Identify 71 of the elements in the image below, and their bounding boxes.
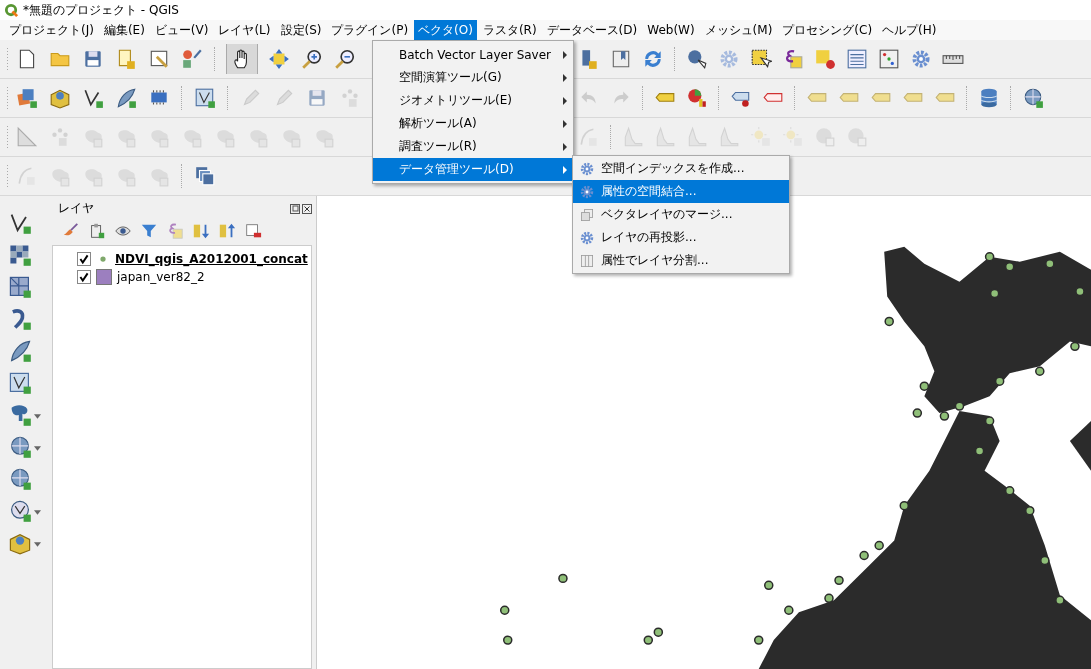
copies-icon [579, 206, 595, 223]
menu-item[interactable]: ビュー(V) [150, 19, 213, 41]
menu-item-label: レイヤの再投影... [601, 229, 697, 246]
menu-item[interactable]: ジオメトリツール(E) [373, 89, 573, 112]
menu-item[interactable]: ラスタ(R) [478, 19, 541, 41]
menu-item[interactable]: 設定(S) [276, 19, 326, 41]
arrows-icon[interactable] [268, 48, 290, 70]
deselect-icon[interactable] [814, 48, 836, 70]
menu-item[interactable]: レイヤ(L) [214, 19, 275, 41]
panel-title: レイヤ [58, 200, 94, 217]
book-icon[interactable] [610, 48, 632, 70]
globe-icon[interactable] [1022, 87, 1044, 109]
submenu-arrow-icon [563, 96, 567, 105]
database-icon[interactable] [978, 87, 1000, 109]
submenu-arrow-icon [563, 73, 567, 82]
copies-icon[interactable] [194, 165, 216, 187]
menu-item[interactable]: ヘルプ(H) [878, 19, 941, 41]
menu-item[interactable]: 属性の空間結合... [573, 180, 789, 203]
menu-item[interactable]: プロジェクト(J) [5, 19, 98, 41]
menu-item-label: 属性の空間結合... [601, 183, 697, 200]
dots-icon[interactable] [49, 126, 71, 148]
float-icon[interactable] [290, 203, 300, 214]
menu-item[interactable]: データベース(D) [542, 19, 642, 41]
split-icon [579, 252, 595, 269]
window-title: *無題のプロジェクト - QGIS [23, 1, 179, 19]
menu-item-label: 空間インデックスを作成... [601, 160, 745, 177]
menu-item[interactable]: 解析ツール(A) [373, 112, 573, 135]
layer-name[interactable]: NDVI_qgis_A2012001_concat [115, 252, 308, 266]
menu-item[interactable]: レイヤの再投影... [573, 226, 789, 249]
grid-icon[interactable] [8, 275, 32, 299]
dots-icon[interactable] [339, 87, 361, 109]
menu-item[interactable]: 編集(E) [99, 19, 149, 41]
menu-item[interactable]: プラグイン(P) [327, 19, 413, 41]
menu-item[interactable]: ベクタ(O) [414, 19, 477, 41]
menu-item[interactable]: メッシュ(M) [700, 19, 777, 41]
qgis-logo-icon [4, 2, 19, 18]
menu-item[interactable]: Web(W) [643, 21, 699, 39]
menu-item[interactable]: ベクタレイヤのマージ... [573, 203, 789, 226]
layer-name[interactable]: japan_ver82_2 [117, 270, 205, 284]
submenu-arrow-icon [563, 119, 567, 128]
filter-icon[interactable] [140, 222, 158, 240]
menu-item[interactable]: 属性でレイヤ分割... [573, 249, 789, 272]
refresh-icon[interactable] [642, 48, 664, 70]
layers-icon[interactable] [16, 87, 38, 109]
vertex-box-icon[interactable] [194, 87, 216, 109]
hand-icon[interactable] [227, 44, 257, 74]
submenu-arrow-icon [563, 142, 567, 151]
caret-icon[interactable] [34, 414, 41, 419]
caret-icon[interactable] [34, 542, 41, 547]
menu-item-label: ベクタレイヤのマージ... [601, 206, 733, 223]
menu-item[interactable]: 調査ツール(R) [373, 135, 573, 158]
menu-item[interactable]: 空間演算ツール(G) [373, 66, 573, 89]
remove-icon[interactable] [244, 222, 262, 240]
layer-checkbox[interactable] [77, 270, 91, 284]
vertex-box-icon[interactable] [8, 371, 32, 395]
feather-icon[interactable] [115, 87, 137, 109]
close-icon[interactable] [302, 203, 312, 214]
menu-item[interactable]: 空間インデックスを作成... [573, 157, 789, 180]
layer-checkbox[interactable] [77, 252, 91, 266]
checker-icon[interactable] [8, 243, 32, 267]
chart-icon[interactable] [686, 87, 708, 109]
menu-item[interactable]: Batch Vector Layer Saver [373, 43, 573, 66]
submenu-arrow-icon [563, 50, 567, 59]
menu-item-label: 属性でレイヤ分割... [601, 252, 709, 269]
submenu-arrow-icon [563, 165, 567, 174]
caret-icon[interactable] [34, 510, 41, 515]
table-icon[interactable] [846, 48, 868, 70]
menu-item[interactable]: データ管理ツール(D) [373, 158, 573, 181]
menu-item[interactable]: プロセシング(C) [778, 19, 877, 41]
select-icon[interactable] [750, 48, 772, 70]
caret-icon[interactable] [34, 446, 41, 451]
